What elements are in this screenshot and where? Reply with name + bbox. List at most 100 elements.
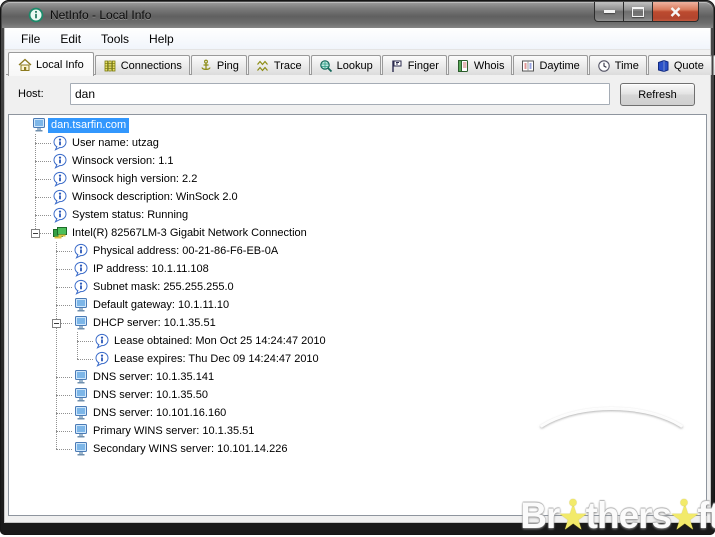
tree-item[interactable]: Winsock version: 1.1 (9, 152, 706, 170)
tree-item-label: Default gateway: 10.1.11.10 (90, 298, 232, 313)
tree-item-label: User name: utzag (69, 136, 162, 151)
tree-connector (56, 413, 72, 415)
tab-label: Lookup (337, 60, 373, 72)
info-icon (52, 135, 68, 151)
tree-item[interactable]: Lease obtained: Mon Oct 25 14:24:47 2010 (9, 332, 706, 350)
tree-item[interactable]: Lease expires: Thu Dec 09 14:24:47 2010 (9, 350, 706, 368)
tab-daytime[interactable]: Daytime (513, 55, 587, 75)
tree-item-label: DHCP server: 10.1.35.51 (90, 316, 219, 331)
title-bar[interactable]: NetInfo - Local Info (2, 2, 713, 28)
menu-bar: FileEditToolsHelp (5, 28, 710, 50)
trace-icon (256, 59, 270, 73)
tree-connector (40, 233, 51, 235)
info-icon (73, 261, 89, 277)
minimize-button[interactable] (594, 2, 624, 22)
menu-item-edit[interactable]: Edit (51, 30, 90, 48)
tab-quote[interactable]: Quote (648, 55, 712, 75)
menu-item-file[interactable]: File (12, 30, 49, 48)
tree-item-label: Secondary WINS server: 10.101.14.226 (90, 442, 290, 457)
tree-connector (56, 251, 72, 253)
info-icon (73, 279, 89, 295)
lookup-icon (319, 59, 333, 73)
computer-icon (31, 117, 47, 133)
tree-item[interactable]: Winsock description: WinSock 2.0 (9, 188, 706, 206)
tree-connector (77, 341, 93, 343)
info-icon (94, 333, 110, 349)
host-input[interactable] (70, 83, 610, 105)
tab-strip: Local Info Connections Ping Trace Lookup Fing… (8, 52, 709, 75)
tree-item-label: Physical address: 00-21-86-F6-EB-0A (90, 244, 281, 259)
netinfo-info-icon (28, 7, 44, 23)
info-icon (52, 153, 68, 169)
tree-item-label: Intel(R) 82567LM-3 Gigabit Network Conne… (69, 226, 310, 241)
tree-item[interactable]: System status: Running (9, 206, 706, 224)
computer-icon (73, 387, 89, 403)
minimize-icon (604, 10, 615, 13)
star-icon: ★ (559, 502, 585, 535)
host-label: Host: (18, 88, 44, 100)
tab-connections[interactable]: Connections (95, 55, 190, 75)
tab-ping[interactable]: Ping (191, 55, 247, 75)
finger-icon (390, 59, 404, 73)
window-controls (594, 2, 699, 22)
tree-connector (56, 395, 72, 397)
tab-trace[interactable]: Trace (248, 55, 310, 75)
tree-connector (35, 179, 51, 181)
tab-lookup[interactable]: Lookup (311, 55, 381, 75)
tree-item-label: Winsock description: WinSock 2.0 (69, 190, 241, 205)
tab-local-info[interactable]: Local Info (8, 52, 94, 76)
star-icon: ★ (671, 502, 697, 535)
tree-item[interactable]: DNS server: 10.1.35.141 (9, 368, 706, 386)
tree-connector (77, 359, 93, 361)
menu-item-help[interactable]: Help (140, 30, 183, 48)
expander-minus-icon[interactable] (31, 229, 40, 238)
ping-icon (199, 59, 213, 73)
tree-item[interactable]: Physical address: 00-21-86-F6-EB-0A (9, 242, 706, 260)
tree-item[interactable]: IP address: 10.1.11.108 (9, 260, 706, 278)
tree-connector (61, 323, 72, 325)
computer-icon (73, 405, 89, 421)
tree-item[interactable]: DNS server: 10.1.35.50 (9, 386, 706, 404)
tree-item-label: Winsock high version: 2.2 (69, 172, 200, 187)
refresh-button[interactable]: Refresh (620, 83, 695, 106)
tab-label: Finger (408, 60, 439, 72)
watermark-text: ft (697, 495, 715, 536)
tab-whois[interactable]: Whois (448, 55, 513, 75)
close-button[interactable] (653, 2, 699, 22)
close-icon (670, 7, 681, 17)
adapter-icon (52, 225, 68, 241)
tab-label: Connections (121, 60, 182, 72)
tree-item[interactable]: User name: utzag (9, 134, 706, 152)
computer-icon (73, 369, 89, 385)
tree-item[interactable]: Winsock high version: 2.2 (9, 170, 706, 188)
tree-connector (35, 143, 51, 145)
house-icon (18, 58, 32, 72)
info-icon (52, 207, 68, 223)
tab-finger[interactable]: Finger (382, 55, 447, 75)
computer-icon (73, 441, 89, 457)
expander-minus-icon[interactable] (52, 319, 61, 328)
tree-item-label: dan.tsarfin.com (48, 118, 129, 133)
tab-time[interactable]: Time (589, 55, 647, 75)
tree-item[interactable]: Default gateway: 10.1.11.10 (9, 296, 706, 314)
tree-item[interactable]: Subnet mask: 255.255.255.0 (9, 278, 706, 296)
info-icon (52, 189, 68, 205)
tab-label: Ping (217, 60, 239, 72)
whois-icon (456, 59, 470, 73)
tree-connector (56, 431, 72, 433)
tree-item[interactable]: DHCP server: 10.1.35.51 (9, 314, 706, 332)
tree-connector (35, 215, 51, 217)
tree-item-label: Winsock version: 1.1 (69, 154, 176, 169)
info-icon (52, 171, 68, 187)
maximize-button[interactable] (624, 2, 653, 22)
menu-item-tools[interactable]: Tools (92, 30, 138, 48)
tree-item-label: Lease obtained: Mon Oct 25 14:24:47 2010 (111, 334, 329, 349)
tree-item-label: IP address: 10.1.11.108 (90, 262, 212, 277)
tab-label: Time (615, 60, 639, 72)
tree-item-label: DNS server: 10.1.35.50 (90, 388, 211, 403)
tree-connector (56, 305, 72, 307)
tree-item[interactable]: Intel(R) 82567LM-3 Gigabit Network Conne… (9, 224, 706, 242)
window-title: NetInfo - Local Info (50, 8, 151, 22)
tree-item[interactable]: dan.tsarfin.com (9, 116, 706, 134)
tab-label: Daytime (539, 60, 579, 72)
